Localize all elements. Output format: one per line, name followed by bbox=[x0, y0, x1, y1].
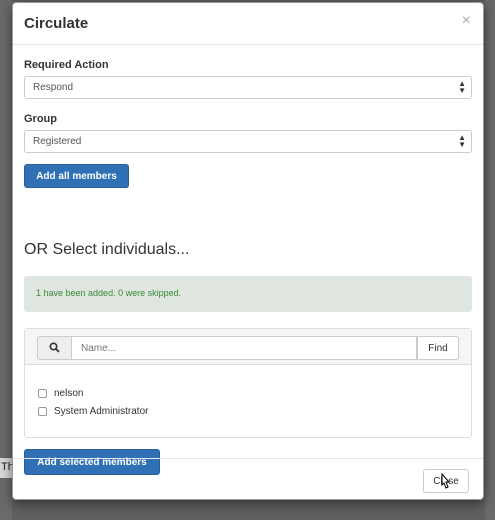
search-icon bbox=[37, 336, 71, 360]
member-name: nelson bbox=[54, 388, 84, 399]
required-action-select[interactable]: Respond ▲ ▼ bbox=[24, 76, 472, 99]
member-name: System Administrator bbox=[54, 406, 149, 417]
background-text-fragment: Th bbox=[0, 458, 12, 478]
member-checkbox[interactable] bbox=[38, 389, 47, 398]
member-item[interactable]: System Administrator bbox=[38, 406, 148, 417]
dialog-header: Circulate × bbox=[13, 3, 483, 45]
circulate-dialog: Circulate × Required Action Respond ▲ ▼ G… bbox=[12, 2, 484, 500]
search-bar: Find bbox=[25, 329, 471, 365]
dialog-title: Circulate bbox=[24, 15, 89, 32]
member-checkbox[interactable] bbox=[38, 407, 47, 416]
group-label: Group bbox=[24, 113, 57, 125]
find-button[interactable]: Find bbox=[417, 336, 459, 360]
select-arrows-icon: ▲ ▼ bbox=[458, 133, 466, 149]
mouse-cursor-icon bbox=[441, 473, 451, 489]
backdrop-right bbox=[485, 0, 495, 520]
success-alert: 1 have been added. 0 were skipped. bbox=[24, 276, 472, 312]
required-action-label: Required Action bbox=[24, 59, 109, 71]
name-search-input[interactable] bbox=[71, 336, 417, 360]
group-select[interactable]: Registered ▲ ▼ bbox=[24, 130, 472, 153]
select-individuals-heading: OR Select individuals... bbox=[24, 241, 190, 258]
backdrop bbox=[0, 0, 12, 520]
select-arrows-icon: ▲ ▼ bbox=[458, 79, 466, 95]
add-all-members-button[interactable]: Add all members bbox=[24, 164, 129, 188]
required-action-value: Respond bbox=[33, 82, 74, 93]
member-search-panel: Find nelson System Administrator bbox=[24, 328, 472, 438]
close-icon[interactable]: × bbox=[462, 13, 471, 29]
member-item[interactable]: nelson bbox=[38, 388, 83, 399]
group-value: Registered bbox=[33, 136, 82, 147]
dialog-footer: Close bbox=[13, 458, 483, 500]
